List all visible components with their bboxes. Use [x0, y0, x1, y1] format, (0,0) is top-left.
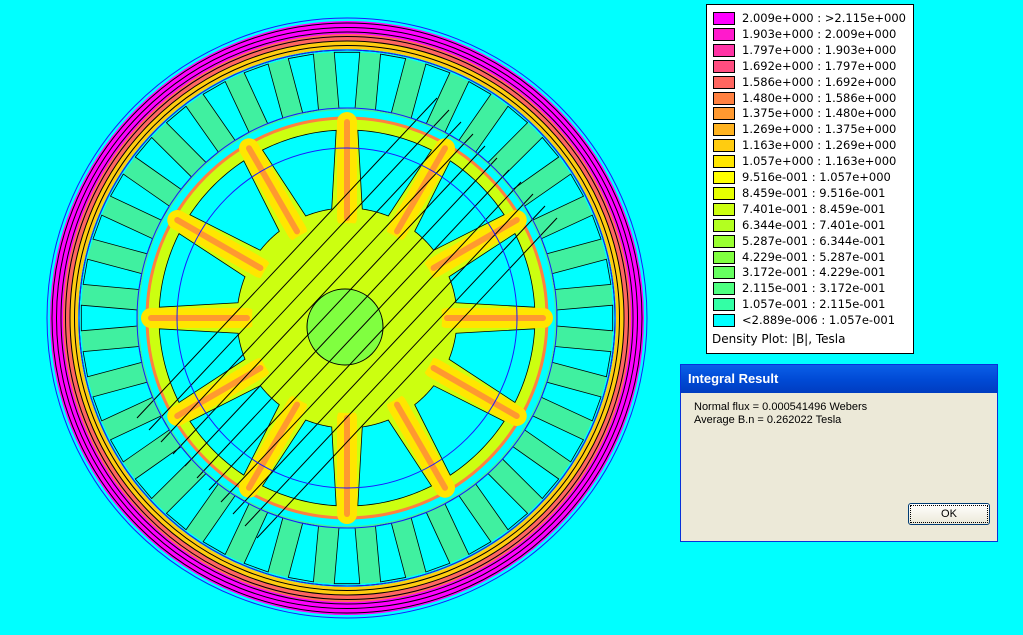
ok-button[interactable]: OK [908, 503, 990, 525]
legend-entry: 9.516e-001 : 1.057e+000 [713, 170, 913, 185]
legend-label: 1.269e+000 : 1.375e+000 [742, 122, 897, 137]
legend-label: 7.401e-001 : 8.459e-001 [742, 201, 886, 216]
legend-swatch [713, 43, 735, 57]
legend-swatch [713, 12, 735, 25]
legend-entry: 1.480e+000 : 1.586e+000 [713, 91, 913, 106]
legend-label: 1.586e+000 : 1.692e+000 [742, 74, 897, 89]
dialog-title: Integral Result [688, 371, 779, 386]
average-bn-text: Average B.n = 0.262022 Tesla [694, 414, 842, 426]
legend-swatch [713, 266, 735, 280]
integral-result-dialog: Integral Result Normal flux = 0.00054149… [680, 364, 998, 542]
dialog-titlebar[interactable]: Integral Result [681, 365, 997, 393]
legend-label: 2.115e-001 : 3.172e-001 [742, 281, 886, 296]
legend-swatch [713, 298, 735, 312]
stator-slot [556, 304, 614, 332]
legend-label: 1.797e+000 : 1.903e+000 [742, 42, 897, 57]
legend-swatch [713, 218, 735, 232]
legend-entry: 1.057e+000 : 1.163e+000 [713, 154, 913, 169]
legend-swatch [713, 91, 735, 105]
legend-swatch [713, 314, 735, 328]
legend-swatch [713, 75, 735, 89]
legend-swatch [713, 107, 735, 121]
legend-entry: 4.229e-001 : 5.287e-001 [713, 250, 913, 265]
legend-swatch [713, 27, 735, 41]
legend-entry: 1.057e-001 : 2.115e-001 [713, 297, 913, 312]
stator-slot [333, 51, 361, 109]
legend-swatch [713, 139, 735, 153]
legend-entry: 2.115e-001 : 3.172e-001 [713, 281, 913, 296]
legend-label: 1.057e-001 : 2.115e-001 [742, 297, 886, 312]
dialog-body: Normal flux = 0.000541496 Webers Average… [685, 393, 993, 537]
legend-entry: 2.009e+000 : >2.115e+000 [713, 11, 913, 26]
legend-label: 6.344e-001 : 7.401e-001 [742, 217, 886, 232]
legend-swatch [713, 186, 735, 200]
legend-label: 4.229e-001 : 5.287e-001 [742, 249, 886, 264]
legend-label: 8.459e-001 : 9.516e-001 [742, 185, 886, 200]
legend-entry: 8.459e-001 : 9.516e-001 [713, 186, 913, 201]
stator-slot [333, 527, 361, 585]
legend-swatch [713, 282, 735, 296]
legend-label: 9.516e-001 : 1.057e+000 [742, 170, 891, 184]
legend-label: 3.172e-001 : 4.229e-001 [742, 265, 886, 280]
legend-label: 1.903e+000 : 2.009e+000 [742, 26, 897, 41]
legend-entry: 7.401e-001 : 8.459e-001 [713, 202, 913, 217]
stator-slot [80, 304, 138, 332]
normal-flux-text: Normal flux = 0.000541496 Webers [694, 401, 868, 413]
legend-entry: 1.586e+000 : 1.692e+000 [713, 75, 913, 90]
legend-swatch [713, 202, 735, 216]
legend-swatch [713, 155, 735, 169]
legend-label: 1.692e+000 : 1.797e+000 [742, 58, 897, 73]
legend-swatch [713, 171, 735, 184]
legend-entry: 6.344e-001 : 7.401e-001 [713, 218, 913, 233]
legend-entry: <2.889e-006 : 1.057e-001 [713, 313, 913, 328]
legend-entry: 1.692e+000 : 1.797e+000 [713, 59, 913, 74]
legend-entry: 1.903e+000 : 2.009e+000 [713, 27, 913, 42]
shaft [306, 288, 384, 366]
legend-swatch [713, 123, 735, 137]
legend-label: 5.287e-001 : 6.344e-001 [742, 233, 886, 248]
ok-button-label: OK [941, 508, 957, 520]
legend-entry: 1.375e+000 : 1.480e+000 [713, 106, 913, 121]
legend-swatch [713, 234, 735, 248]
legend-entry: 1.163e+000 : 1.269e+000 [713, 138, 913, 153]
legend-swatch [713, 250, 735, 264]
legend-entry: 1.797e+000 : 1.903e+000 [713, 43, 913, 58]
legend-entry: 5.287e-001 : 6.344e-001 [713, 234, 913, 249]
legend-entry: 3.172e-001 : 4.229e-001 [713, 265, 913, 280]
legend-label: 1.057e+000 : 1.163e+000 [742, 154, 897, 169]
legend-swatch [713, 59, 735, 73]
legend-entry: 1.269e+000 : 1.375e+000 [713, 122, 913, 137]
legend-label: 1.163e+000 : 1.269e+000 [742, 138, 897, 153]
legend-label: 1.480e+000 : 1.586e+000 [742, 90, 897, 105]
legend-title: Density Plot: |B|, Tesla [712, 332, 846, 346]
density-legend: 2.009e+000 : >2.115e+000 1.903e+000 : 2.0… [706, 4, 914, 354]
legend-label: 2.009e+000 : >2.115e+000 [742, 11, 906, 25]
legend-label: <2.889e-006 : 1.057e-001 [742, 313, 896, 328]
legend-label: 1.375e+000 : 1.480e+000 [742, 106, 897, 121]
